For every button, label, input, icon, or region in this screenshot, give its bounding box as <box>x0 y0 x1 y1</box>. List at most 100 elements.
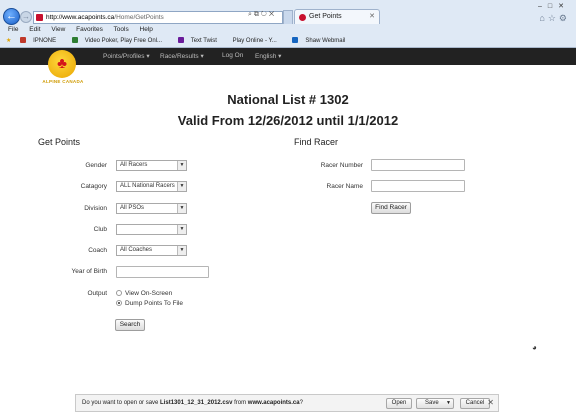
chevron-down-icon: ▼ <box>177 246 186 255</box>
favorites-bar: ★ IPNONE Video Poker, Play Free Onl... T… <box>6 37 359 47</box>
gender-select[interactable]: All Racers ▼ <box>116 160 187 171</box>
close-icon[interactable]: ✕ <box>558 3 570 10</box>
menu-tools[interactable]: Tools <box>114 26 129 33</box>
menu-favorites[interactable]: Favorites <box>76 26 103 33</box>
racer-name-input[interactable] <box>371 180 465 192</box>
site-favicon-icon <box>36 14 43 21</box>
refresh-icon[interactable]: ↻ <box>261 11 269 18</box>
minimize-icon[interactable]: – <box>538 3 548 10</box>
find-racer-button[interactable]: Find Racer <box>371 202 411 214</box>
get-points-title: Get Points <box>38 137 81 147</box>
download-filename: List1301_12_31_2012.csv <box>160 400 233 406</box>
racer-number-label: Racer Number <box>320 162 363 169</box>
back-icon[interactable]: ← <box>3 8 20 25</box>
nav-points-profiles[interactable]: Points/Profiles ▾ <box>103 52 150 60</box>
fav-video-poker-icon <box>71 37 78 43</box>
download-prefix: Do you want to open or save <box>82 400 161 406</box>
fav-label: IPNONE <box>33 38 57 44</box>
stop-icon[interactable]: ✕ <box>269 11 276 18</box>
output-option-dump[interactable]: Dump Points To File <box>116 300 183 307</box>
nav-log-on[interactable]: Log On <box>222 52 243 59</box>
club-select[interactable]: ▼ <box>116 224 187 235</box>
page-title: National List # 1302 <box>227 92 349 107</box>
racer-number-input[interactable] <box>371 159 465 171</box>
club-label: Club <box>93 226 107 233</box>
download-suffix: ? <box>299 400 303 406</box>
output-option-view[interactable]: View On-Screen <box>116 290 172 297</box>
year-of-birth-input[interactable] <box>116 266 209 278</box>
chevron-down-icon[interactable]: ▼ <box>446 399 451 408</box>
browser-chrome: ← → http://www.acapoints.ca/Home/GetPoin… <box>0 0 576 48</box>
gear-icon[interactable]: ⚙ <box>559 13 570 23</box>
menu-edit[interactable]: Edit <box>29 26 40 33</box>
forward-icon[interactable]: → <box>20 11 32 23</box>
radio-label: View On-Screen <box>125 290 173 297</box>
address-bar[interactable]: http://www.acapoints.ca/Home/GetPoints <box>33 11 283 24</box>
open-button[interactable]: Open <box>386 398 412 409</box>
tab-inactive[interactable] <box>283 10 293 24</box>
logo-emblem: ♣ <box>48 50 76 78</box>
favorites-star-icon[interactable]: ★ <box>6 38 11 44</box>
address-host: http://www.acapoints.ca <box>46 14 115 21</box>
menu-help[interactable]: Help <box>140 26 153 33</box>
division-select[interactable]: All PSOs ▼ <box>116 203 187 214</box>
gender-label: Gender <box>85 162 107 169</box>
fav-item-play-online[interactable]: Play Online - Y... <box>233 38 284 44</box>
tab-get-points[interactable]: Get Points ✕ <box>294 9 380 24</box>
save-button[interactable]: Save ▼ <box>416 398 454 409</box>
fav-label: Play Online - Y... <box>232 38 277 44</box>
download-source: www.acapoints.ca <box>247 400 300 406</box>
alpine-canada-logo[interactable]: ♣ ALPINE CANADA <box>37 48 89 88</box>
menu-file[interactable]: File <box>8 26 18 33</box>
menu-bar: File Edit View Favorites Tools Help <box>8 26 162 36</box>
radio-label: Dump Points To File <box>125 300 184 307</box>
category-label: Catagory <box>80 183 107 190</box>
gender-value: All Racers <box>120 162 148 168</box>
tab-close-icon[interactable]: ✕ <box>369 10 375 24</box>
chevron-down-icon: ▼ <box>177 225 186 234</box>
logo-text: ALPINE CANADA <box>42 79 84 84</box>
nav-language[interactable]: English ▾ <box>255 52 281 60</box>
fav-shaw-icon <box>292 37 299 43</box>
nav-race-results[interactable]: Race/Results ▾ <box>160 52 204 60</box>
compatibility-icon[interactable]: ⧉ <box>254 11 261 18</box>
division-label: Division <box>84 205 107 212</box>
radio-dump-to-file[interactable] <box>116 300 122 306</box>
racer-name-label: Racer Name <box>326 183 363 190</box>
output-label: Output <box>87 290 107 297</box>
fav-item-ipnone[interactable]: IPNONE <box>20 37 63 44</box>
fav-item-text-twist[interactable]: Text Twist <box>177 37 224 44</box>
radio-view-on-screen[interactable] <box>116 290 122 296</box>
fav-item-shaw-webmail[interactable]: Shaw Webmail <box>292 37 352 44</box>
address-path: /Home/GetPoints <box>114 14 164 21</box>
favorites-star-icon[interactable]: ☆ <box>548 13 559 23</box>
menu-view[interactable]: View <box>51 26 65 33</box>
address-tools: ⌕⧉↻✕ <box>248 11 276 19</box>
home-icon[interactable]: ⌂ <box>539 13 547 23</box>
fav-label: Text Twist <box>190 38 217 44</box>
close-icon[interactable]: ✕ <box>487 398 494 407</box>
chevron-down-icon: ▼ <box>177 204 186 213</box>
fav-ipnone-icon <box>20 37 27 43</box>
category-select[interactable]: ALL National Racers ▼ <box>116 181 187 192</box>
year-of-birth-label: Year of Birth <box>71 268 107 275</box>
download-middle: from <box>232 400 248 406</box>
page-subtitle: Valid From 12/26/2012 until 1/1/2012 <box>177 113 399 128</box>
cancel-button[interactable]: Cancel <box>460 398 490 409</box>
find-racer-title: Find Racer <box>294 137 339 147</box>
coach-label: Coach <box>88 247 107 254</box>
save-label: Save <box>425 400 439 406</box>
download-message: Do you want to open or save List1301_12_… <box>82 400 303 406</box>
maximize-icon[interactable]: □ <box>548 3 558 10</box>
search-button[interactable]: Search <box>115 319 145 331</box>
chevron-down-icon: ▼ <box>177 161 186 170</box>
fav-label: Video Poker, Play Free Onl... <box>84 38 163 44</box>
division-value: All PSOs <box>120 205 145 211</box>
fav-text-twist-icon <box>177 37 184 43</box>
fav-item-video-poker[interactable]: Video Poker, Play Free Onl... <box>71 37 169 44</box>
maple-leaf-icon: ♣ <box>57 55 67 72</box>
category-value: ALL National Racers <box>120 183 175 189</box>
fav-label: Shaw Webmail <box>305 38 346 44</box>
tab-favicon-icon <box>299 14 306 21</box>
coach-select[interactable]: All Coaches ▼ <box>116 245 187 256</box>
